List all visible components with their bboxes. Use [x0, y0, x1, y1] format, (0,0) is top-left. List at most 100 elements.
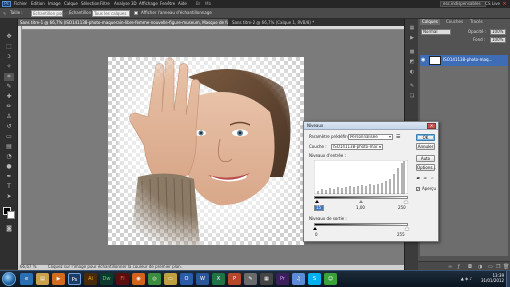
- chrome-icon[interactable]: ◎: [148, 273, 161, 285]
- output-white-slider[interactable]: [405, 227, 409, 230]
- preset-select[interactable]: Personnalisée ▾: [348, 134, 393, 140]
- menu-calque[interactable]: Calque: [64, 2, 78, 6]
- clone-source-panel-icon[interactable]: ❏: [408, 93, 416, 100]
- marquee-tool-icon[interactable]: ⬚: [4, 43, 14, 51]
- eraser-tool-icon[interactable]: ▭: [4, 133, 14, 141]
- layer-row[interactable]: ◉ ISO141138-photo-maq...: [420, 55, 508, 66]
- menu-analyse[interactable]: Analyse: [114, 2, 130, 6]
- menu-fenetre[interactable]: Fenêtre: [160, 2, 175, 6]
- menu-selection[interactable]: Sélection: [81, 2, 99, 6]
- show-ring-checkbox[interactable]: [134, 11, 138, 15]
- menu-list-icon[interactable]: ☰: [396, 134, 400, 140]
- background-color-swatch[interactable]: [7, 211, 15, 219]
- input-white-field[interactable]: 250: [398, 206, 406, 210]
- tray-icons[interactable]: ▲ ◈ ♪: [461, 276, 472, 281]
- gradient-tool-icon[interactable]: ▤: [4, 143, 14, 151]
- photoshop-icon[interactable]: Ps: [68, 273, 81, 285]
- illustrator-icon[interactable]: Ai: [84, 273, 97, 285]
- itunes-icon[interactable]: ♫: [292, 273, 305, 285]
- media-icon[interactable]: ▶: [52, 273, 65, 285]
- channel-select[interactable]: ISO141138-photo-mar... ▾: [331, 144, 383, 150]
- menu-aide[interactable]: Aide: [178, 2, 187, 6]
- styles-panel-icon[interactable]: ◩: [408, 59, 416, 66]
- input-white-slider[interactable]: [404, 200, 408, 203]
- premiere-icon[interactable]: Pr: [276, 273, 289, 285]
- input-gamma-field[interactable]: 1,00: [356, 206, 365, 210]
- black-eyedropper-icon[interactable]: ✒: [416, 176, 421, 182]
- outlook-icon[interactable]: O: [180, 273, 193, 285]
- crop-tool-icon[interactable]: ⌗: [4, 73, 14, 81]
- brush-panel-icon[interactable]: ✎: [408, 83, 416, 90]
- output-black-field[interactable]: 0: [315, 233, 318, 237]
- gray-eyedropper-icon[interactable]: ✒: [423, 176, 428, 182]
- minibridge-icon[interactable]: Mb: [205, 2, 211, 6]
- close-icon[interactable]: ×: [501, 1, 508, 7]
- swatches-panel-icon[interactable]: ▩: [408, 49, 416, 56]
- auto-button[interactable]: Auto: [416, 155, 435, 162]
- path-selection-icon[interactable]: ➤: [4, 193, 14, 201]
- lasso-tool-icon[interactable]: ↄ: [4, 53, 14, 61]
- bridge-icon[interactable]: Br: [196, 2, 200, 6]
- cancel-button[interactable]: Annuler: [416, 143, 435, 150]
- fill-input[interactable]: 100%: [490, 37, 506, 43]
- blend-mode-select[interactable]: Normal: [421, 29, 451, 35]
- ie-icon[interactable]: e: [20, 273, 33, 285]
- magic-wand-tool-icon[interactable]: ✧: [4, 63, 14, 71]
- dodge-tool-icon[interactable]: ●: [4, 163, 14, 171]
- healing-brush-icon[interactable]: ✚: [4, 93, 14, 101]
- preview-checkbox[interactable]: ✓: [416, 187, 420, 191]
- eye-icon[interactable]: ◉: [421, 57, 425, 63]
- ok-button[interactable]: OK: [416, 134, 435, 141]
- type-tool-icon[interactable]: T: [4, 183, 14, 191]
- adjustments-panel-icon[interactable]: ◐: [408, 69, 416, 76]
- firefox-icon[interactable]: ◉: [132, 273, 145, 285]
- cs-live-button[interactable]: CS Live: [485, 2, 500, 6]
- menu-3d[interactable]: 3D: [131, 2, 137, 6]
- menu-filtre[interactable]: Filtre: [100, 2, 110, 6]
- workspace-switcher[interactable]: ess.indispensables: [440, 1, 486, 7]
- start-button[interactable]: [2, 272, 16, 286]
- menu-image[interactable]: Image: [48, 2, 61, 6]
- quick-mask-icon[interactable]: ◙: [4, 225, 14, 233]
- tab-document-1[interactable]: Sans titre-1 @ 66,7% (ISO141138-photo-ma…: [18, 19, 228, 26]
- input-black-field[interactable]: 15: [314, 205, 324, 211]
- close-icon[interactable]: ✕: [427, 123, 436, 129]
- menu-edition[interactable]: Edition: [31, 2, 45, 6]
- history-brush-icon[interactable]: ↺: [4, 123, 14, 131]
- powerpoint-icon[interactable]: P: [228, 273, 241, 285]
- menu-affichage[interactable]: Affichage: [139, 2, 158, 6]
- document-canvas[interactable]: [108, 57, 304, 245]
- output-white-field[interactable]: 255: [397, 233, 405, 237]
- pen-tool-icon[interactable]: ✒: [4, 173, 14, 181]
- explorer-icon[interactable]: ▤: [36, 273, 49, 285]
- move-tool-icon[interactable]: ✥: [4, 33, 14, 41]
- folder-icon[interactable]: ▭: [164, 273, 177, 285]
- history-panel-icon[interactable]: ▦: [408, 25, 416, 32]
- sample-layers-select[interactable]: Tous les calques: [92, 10, 130, 17]
- dialog-titlebar[interactable]: Niveaux ✕: [304, 122, 438, 130]
- eyedropper-icon[interactable]: ✎: [4, 83, 14, 91]
- word-icon[interactable]: W: [196, 273, 209, 285]
- blur-tool-icon[interactable]: ◔: [4, 153, 14, 161]
- clock[interactable]: 13:39 31/01/2012: [481, 273, 504, 283]
- paint-icon[interactable]: ✎: [244, 273, 257, 285]
- tab-document-2[interactable]: Sans titre-2 @ 66,7% (Calque 1, RVB/8) *: [230, 19, 350, 26]
- eyedropper-tool-icon[interactable]: ✎: [3, 11, 6, 16]
- white-eyedropper-icon[interactable]: ✒: [430, 176, 435, 182]
- input-gamma-slider[interactable]: [359, 200, 363, 203]
- menu-fichier[interactable]: Fichier: [14, 2, 27, 6]
- options-button[interactable]: Options...: [416, 164, 436, 171]
- layer-name[interactable]: ISO141138-photo-maq...: [443, 58, 492, 62]
- messenger-icon[interactable]: ☺: [324, 273, 337, 285]
- calculator-icon[interactable]: ▦: [260, 273, 273, 285]
- tab-calques[interactable]: Calques: [420, 19, 440, 25]
- sample-size-select[interactable]: Echantillon ponctuel: [31, 10, 74, 17]
- zoom-level[interactable]: 66,67 %: [20, 265, 37, 269]
- clone-stamp-icon[interactable]: ♙: [4, 113, 14, 121]
- tab-traces[interactable]: Tracés: [468, 19, 485, 25]
- actions-panel-icon[interactable]: ▶: [408, 35, 416, 42]
- flash-icon[interactable]: Fl: [116, 273, 129, 285]
- brush-tool-icon[interactable]: ✏: [4, 103, 14, 111]
- tab-couches[interactable]: Couches: [444, 19, 465, 25]
- skype-icon[interactable]: S: [308, 273, 321, 285]
